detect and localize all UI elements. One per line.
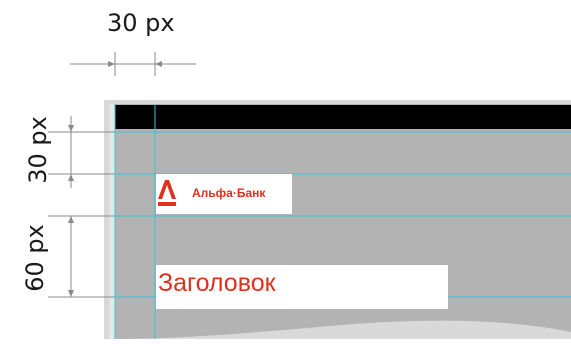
logo-text: Альфа·Банк [192, 186, 266, 200]
header-bar [115, 105, 571, 129]
heading-block: Заголовок [156, 265, 448, 309]
alfa-logo-icon [158, 180, 176, 206]
horizontal-dimension-label: 30 px [107, 9, 175, 37]
horizontal-arrow-left [108, 61, 115, 67]
vertical-dimension-label-top: 30 px [23, 116, 52, 184]
logo-block: Альфа·Банк [156, 174, 292, 214]
horizontal-arrow-right [155, 61, 162, 67]
page-left-edge [109, 104, 115, 339]
vertical-arrow-bottom-a [68, 216, 74, 223]
heading-text: Заголовок [158, 269, 276, 297]
vertical-arrow-bottom-b [68, 290, 74, 297]
vertical-arrow-top-a [68, 125, 74, 132]
vertical-dimension-label-bottom: 60 px [20, 224, 49, 292]
layout-spec-diagram: 30 px 30 px 60 px Альфа·Банк Заголовок [0, 0, 571, 339]
vertical-arrow-top-b [68, 174, 74, 181]
